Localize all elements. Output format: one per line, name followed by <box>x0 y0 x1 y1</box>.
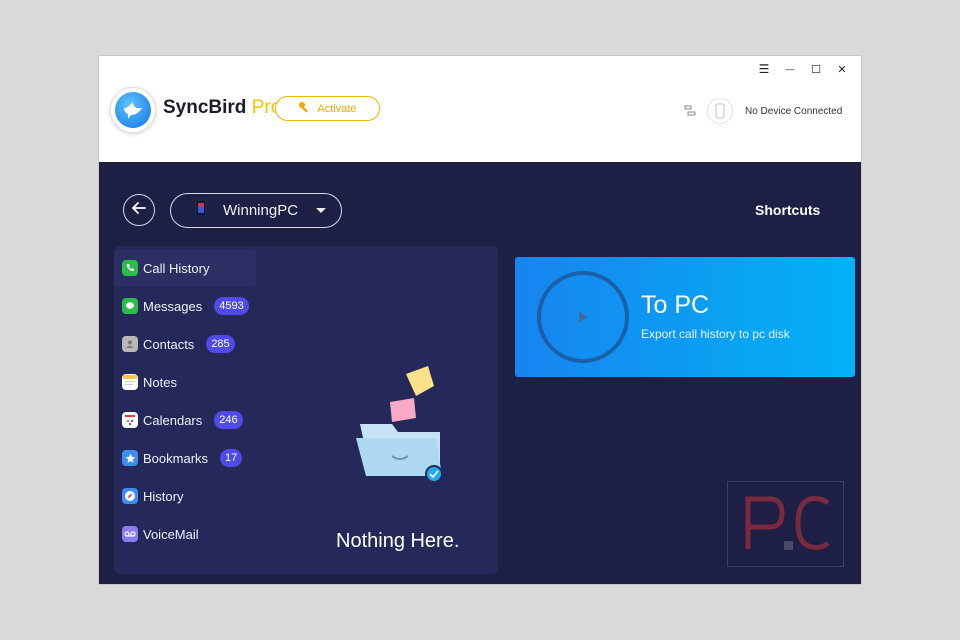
sidebar-item-contacts[interactable]: Contacts 285 <box>114 326 256 362</box>
maximize-button[interactable]: ☐ <box>803 60 829 78</box>
device-selector[interactable]: WinningPC <box>170 193 342 228</box>
play-icon <box>537 271 629 363</box>
notes-icon <box>122 374 138 390</box>
sidebar-item-label: VoiceMail <box>143 526 199 542</box>
sidebar-item-history[interactable]: History <box>114 478 256 514</box>
menu-button[interactable]: ☰ <box>751 60 777 78</box>
count-badge: 17 <box>220 449 243 467</box>
card-title: To PC <box>641 291 710 319</box>
sidebar-item-label: History <box>143 488 184 504</box>
sidebar-item-notes[interactable]: Notes <box>114 364 256 400</box>
device-list-icon[interactable] <box>683 104 697 118</box>
device-status-text: No Device Connected <box>745 105 843 117</box>
window-controls: ☰ — ☐ ✕ <box>751 60 855 78</box>
sidebar-item-label: Calendars <box>143 412 203 428</box>
phone-device-icon <box>707 98 733 124</box>
count-badge: 246 <box>214 411 243 429</box>
message-bubble-icon <box>122 298 138 314</box>
sidebar-item-label: Notes <box>143 374 177 390</box>
sidebar-item-voicemail[interactable]: VoiceMail <box>114 516 256 552</box>
sidebar-item-bookmarks[interactable]: Bookmarks 17 <box>114 440 256 476</box>
activate-button[interactable]: Activate <box>275 96 380 121</box>
voicemail-icon <box>122 526 138 542</box>
app-name-text: SyncBird <box>163 97 247 118</box>
phone-icon <box>122 260 138 276</box>
arrow-left-icon <box>132 201 146 219</box>
category-list: Call History Messages 4593 Contacts 285 <box>114 250 256 554</box>
device-name: WinningPC <box>223 202 299 219</box>
compass-icon <box>122 488 138 504</box>
export-to-pc-card[interactable]: To PC Export call history to pc disk <box>515 257 855 377</box>
sidebar-item-messages[interactable]: Messages 4593 <box>114 288 256 324</box>
device-status: No Device Connected <box>683 98 842 124</box>
star-icon <box>122 450 138 466</box>
card-subtitle: Export call history to pc disk <box>641 327 790 341</box>
contacts-book-icon <box>122 336 138 352</box>
bird-logo-icon <box>115 92 151 128</box>
count-badge: 4593 <box>214 297 249 315</box>
back-button[interactable] <box>123 194 155 226</box>
close-button[interactable]: ✕ <box>829 60 855 78</box>
sidebar-item-label: Call History <box>143 260 210 276</box>
empty-state-text: Nothing Here. <box>336 530 460 552</box>
data-category-panel: Call History Messages 4593 Contacts 285 <box>114 246 498 574</box>
key-icon <box>298 101 311 117</box>
sidebar-item-calendars[interactable]: Calendars 246 <box>114 402 256 438</box>
sidebar-item-label: Bookmarks <box>143 450 209 466</box>
sidebar-item-label: Contacts <box>143 336 195 352</box>
count-badge: 285 <box>206 335 235 353</box>
activate-label: Activate <box>317 102 357 115</box>
watermark-logo <box>727 481 844 567</box>
calendar-icon <box>122 412 138 428</box>
shortcuts-heading: Shortcuts <box>755 202 821 218</box>
phone-icon <box>195 199 207 222</box>
chevron-down-icon <box>316 208 327 213</box>
app-title: SyncBird Pro <box>163 97 281 119</box>
sidebar-item-call-history[interactable]: Call History <box>114 250 256 286</box>
empty-folder-illustration <box>356 366 448 492</box>
sidebar-item-label: Messages <box>143 298 203 314</box>
app-logo <box>110 87 156 133</box>
title-bar: ☰ — ☐ ✕ SyncBird Pro Activate No Device … <box>99 56 861 162</box>
minimize-button[interactable]: — <box>777 60 803 78</box>
app-window: ☰ — ☐ ✕ SyncBird Pro Activate No Device … <box>99 56 861 584</box>
